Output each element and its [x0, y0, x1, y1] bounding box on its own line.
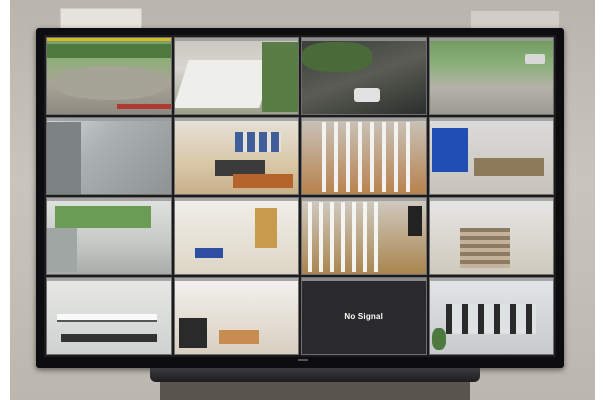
image-border-right [595, 0, 603, 400]
camera-tile-bar [174, 38, 298, 41]
camera-tile-bar [302, 38, 426, 41]
desks [473, 158, 544, 176]
red-curb [117, 104, 171, 109]
camera-tile-11[interactable] [301, 197, 427, 275]
camera-tile-bar [302, 198, 426, 201]
tree-line [47, 44, 171, 58]
staircase [459, 228, 510, 268]
camera-tile-bar [47, 198, 171, 201]
window-greenery [55, 206, 151, 228]
camera-tile-2[interactable] [173, 37, 299, 115]
camera-tile-bar [47, 278, 171, 281]
tables [57, 314, 157, 322]
gate-bars [308, 202, 378, 272]
camera-tile-bar [174, 198, 298, 201]
camera-tile-bar [47, 38, 171, 41]
parking-lot [55, 66, 165, 100]
camera-tile-bar [429, 38, 553, 41]
parked-car [354, 88, 380, 102]
no-signal-label: No Signal [344, 311, 384, 321]
camera-tile-14[interactable] [173, 277, 299, 355]
partition [47, 228, 77, 272]
workstations [445, 304, 536, 334]
reception-desk [232, 174, 293, 188]
camera-tile-9[interactable] [46, 197, 172, 275]
camera-tile-12[interactable] [428, 197, 554, 275]
doorway [254, 208, 277, 248]
tree-canopy [302, 42, 372, 72]
monitor-brand-mark [298, 359, 308, 361]
desk [218, 330, 259, 344]
camera-tile-6[interactable] [173, 117, 299, 195]
plant [431, 328, 446, 350]
roof [174, 60, 275, 108]
posters [234, 132, 281, 152]
camera-tile-bar [47, 118, 171, 121]
monitor: No Signal [36, 28, 564, 368]
corridor-wall [47, 122, 81, 194]
blue-screen [431, 128, 468, 172]
camera-tile-bar [174, 278, 298, 281]
camera-tile-bar [429, 278, 553, 281]
camera-tile-8[interactable] [428, 117, 554, 195]
image-border-left [0, 0, 10, 400]
camera-tile-15[interactable]: No Signal [301, 277, 427, 355]
trees [262, 42, 298, 112]
camera-tile-3[interactable] [301, 37, 427, 115]
camera-tile-bar [429, 118, 553, 121]
camera-tile-5[interactable] [46, 117, 172, 195]
parked-car [525, 54, 545, 64]
camera-tile-13[interactable] [46, 277, 172, 355]
camera-tile-4[interactable] [428, 37, 554, 115]
camera-tile-1[interactable] [46, 37, 172, 115]
camera-tile-7[interactable] [301, 117, 427, 195]
cctv-grid: No Signal [44, 35, 556, 357]
cabinets [178, 318, 207, 348]
gate-bars [322, 122, 412, 192]
monitor-stand [150, 368, 480, 382]
chairs [61, 334, 157, 342]
camera-tile-bar [174, 118, 298, 121]
camera-tile-bar [429, 198, 553, 201]
dark-door [407, 206, 422, 236]
bench [194, 248, 223, 258]
camera-tile-bar [302, 278, 426, 281]
camera-tile-16[interactable] [428, 277, 554, 355]
camera-tile-bar [302, 118, 426, 121]
camera-tile-10[interactable] [173, 197, 299, 275]
